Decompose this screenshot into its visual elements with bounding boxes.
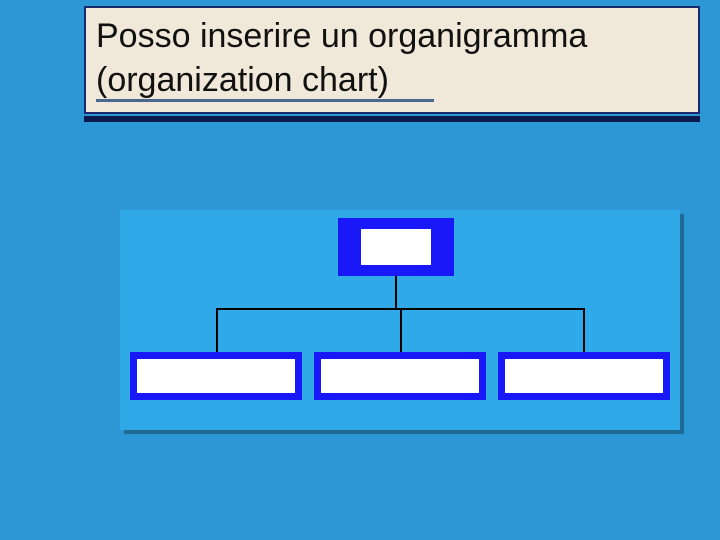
org-root-label — [361, 229, 431, 265]
chart-shadow — [680, 214, 684, 434]
title-panel-shadow — [84, 116, 700, 122]
slide-title: Posso inserire un organigramma (organiza… — [96, 14, 698, 102]
org-child-node[interactable] — [130, 352, 302, 400]
org-chart — [120, 210, 680, 430]
title-underline — [96, 99, 434, 102]
connector-line — [395, 276, 397, 308]
org-child-label — [321, 359, 479, 393]
chart-shadow — [124, 430, 684, 434]
connector-line — [400, 308, 402, 352]
connector-line — [216, 308, 218, 352]
connector-line — [583, 308, 585, 352]
org-child-node[interactable] — [498, 352, 670, 400]
title-panel: Posso inserire un organigramma (organiza… — [84, 6, 700, 114]
org-child-node[interactable] — [314, 352, 486, 400]
org-child-label — [137, 359, 295, 393]
org-child-label — [505, 359, 663, 393]
org-root-node[interactable] — [338, 218, 454, 276]
